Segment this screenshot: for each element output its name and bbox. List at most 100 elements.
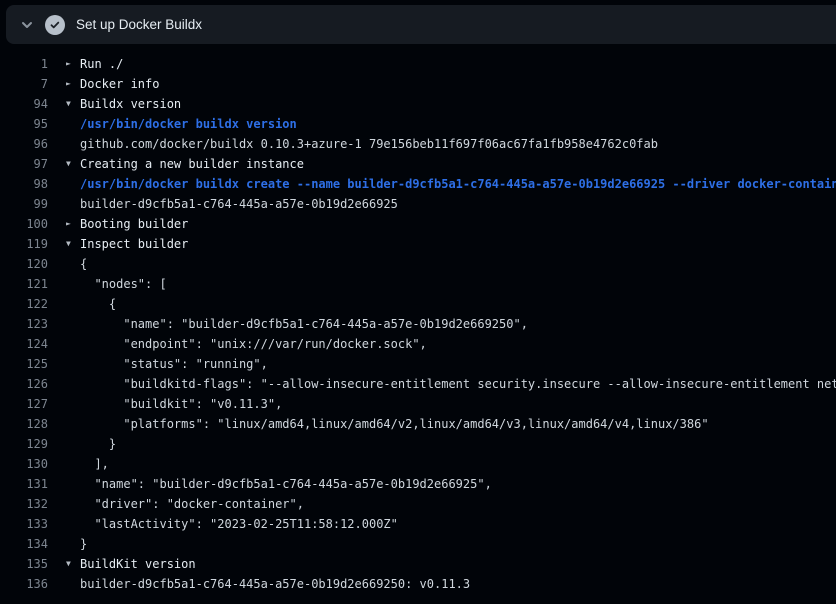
log-line: 123 "name": "builder-d9cfb5a1-c764-445a-… — [0, 314, 836, 334]
arrow-spacer — [48, 494, 80, 514]
step-header[interactable]: Set up Docker Buildx — [6, 5, 836, 44]
log-line: 127 "buildkit": "v0.11.3", — [0, 394, 836, 414]
line-number[interactable]: 128 — [0, 414, 48, 434]
log-line: 120 { — [0, 254, 836, 274]
line-number[interactable]: 133 — [0, 514, 48, 534]
output-text: { — [80, 294, 836, 314]
group-collapsed-icon[interactable]: ► — [48, 214, 80, 234]
line-number[interactable]: 124 — [0, 334, 48, 354]
group-title: Run ./ — [80, 54, 836, 74]
line-number[interactable]: 125 — [0, 354, 48, 374]
line-number[interactable]: 127 — [0, 394, 48, 414]
line-number[interactable]: 1 — [0, 54, 48, 74]
output-text: "lastActivity": "2023-02-25T11:58:12.000… — [80, 514, 836, 534]
group-expanded-icon[interactable]: ▼ — [48, 154, 80, 174]
arrow-spacer — [48, 414, 80, 434]
line-number[interactable]: 120 — [0, 254, 48, 274]
log-line: 133 "lastActivity": "2023-02-25T11:58:12… — [0, 514, 836, 534]
log-line: 124 "endpoint": "unix:///var/run/docker.… — [0, 334, 836, 354]
line-number[interactable]: 95 — [0, 114, 48, 134]
line-number[interactable]: 97 — [0, 154, 48, 174]
output-text: "buildkit": "v0.11.3", — [80, 394, 836, 414]
line-number[interactable]: 96 — [0, 134, 48, 154]
arrow-spacer — [48, 194, 80, 214]
line-number[interactable]: 100 — [0, 214, 48, 234]
log-line: 98/usr/bin/docker buildx create --name b… — [0, 174, 836, 194]
log-group-row[interactable]: 100►Booting builder — [0, 214, 836, 234]
group-expanded-icon[interactable]: ▼ — [48, 554, 80, 574]
line-number[interactable]: 132 — [0, 494, 48, 514]
line-number[interactable]: 99 — [0, 194, 48, 214]
output-text: "platforms": "linux/amd64,linux/amd64/v2… — [80, 414, 836, 434]
line-number[interactable]: 130 — [0, 454, 48, 474]
output-text: github.com/docker/buildx 0.10.3+azure-1 … — [80, 134, 836, 154]
check-circle-icon — [45, 15, 65, 35]
output-text: { — [80, 254, 836, 274]
output-text: } — [80, 434, 836, 454]
group-title: Creating a new builder instance — [80, 154, 836, 174]
log-line: 126 "buildkitd-flags": "--allow-insecure… — [0, 374, 836, 394]
line-number[interactable]: 94 — [0, 94, 48, 114]
output-text: builder-d9cfb5a1-c764-445a-a57e-0b19d2e6… — [80, 574, 836, 594]
arrow-spacer — [48, 534, 80, 554]
group-title: Docker info — [80, 74, 836, 94]
line-number[interactable]: 123 — [0, 314, 48, 334]
output-text: ], — [80, 454, 836, 474]
group-title: BuildKit version — [80, 554, 836, 574]
line-number[interactable]: 98 — [0, 174, 48, 194]
output-text: "buildkitd-flags": "--allow-insecure-ent… — [80, 374, 836, 394]
log-group-row[interactable]: 1►Run ./ — [0, 54, 836, 74]
arrow-spacer — [48, 454, 80, 474]
output-text: "name": "builder-d9cfb5a1-c764-445a-a57e… — [80, 474, 836, 494]
arrow-spacer — [48, 514, 80, 534]
line-number[interactable]: 119 — [0, 234, 48, 254]
output-text: "name": "builder-d9cfb5a1-c764-445a-a57e… — [80, 314, 836, 334]
chevron-down-icon[interactable] — [19, 17, 35, 33]
command-text: /usr/bin/docker buildx create --name bui… — [80, 174, 836, 194]
log-line: 136 builder-d9cfb5a1-c764-445a-a57e-0b19d… — [0, 574, 836, 594]
arrow-spacer — [48, 274, 80, 294]
line-number[interactable]: 126 — [0, 374, 48, 394]
group-title: Booting builder — [80, 214, 836, 234]
arrow-spacer — [48, 294, 80, 314]
arrow-spacer — [48, 354, 80, 374]
line-number[interactable]: 122 — [0, 294, 48, 314]
group-expanded-icon[interactable]: ▼ — [48, 94, 80, 114]
arrow-spacer — [48, 314, 80, 334]
group-collapsed-icon[interactable]: ► — [48, 74, 80, 94]
output-text: } — [80, 534, 836, 554]
output-text: "nodes": [ — [80, 274, 836, 294]
log-line: 96 github.com/docker/buildx 0.10.3+azure-… — [0, 134, 836, 154]
arrow-spacer — [48, 474, 80, 494]
log-group-row[interactable]: 135▼BuildKit version — [0, 554, 836, 574]
log-line: 99 builder-d9cfb5a1-c764-445a-a57e-0b19d2… — [0, 194, 836, 214]
log-line: 125 "status": "running", — [0, 354, 836, 374]
output-text: builder-d9cfb5a1-c764-445a-a57e-0b19d2e6… — [80, 194, 836, 214]
log-group-row[interactable]: 94▼Buildx version — [0, 94, 836, 114]
log-line: 131 "name": "builder-d9cfb5a1-c764-445a-… — [0, 474, 836, 494]
log-line: 132 "driver": "docker-container", — [0, 494, 836, 514]
log-group-row[interactable]: 97▼Creating a new builder instance — [0, 154, 836, 174]
log-line: 130 ], — [0, 454, 836, 474]
arrow-spacer — [48, 574, 80, 594]
group-collapsed-icon[interactable]: ► — [48, 54, 80, 74]
line-number[interactable]: 134 — [0, 534, 48, 554]
arrow-spacer — [48, 134, 80, 154]
arrow-spacer — [48, 374, 80, 394]
line-number[interactable]: 121 — [0, 274, 48, 294]
arrow-spacer — [48, 254, 80, 274]
group-title: Inspect builder — [80, 234, 836, 254]
line-number[interactable]: 135 — [0, 554, 48, 574]
line-number[interactable]: 129 — [0, 434, 48, 454]
line-number[interactable]: 136 — [0, 574, 48, 594]
log-group-row[interactable]: 119▼Inspect builder — [0, 234, 836, 254]
line-number[interactable]: 7 — [0, 74, 48, 94]
command-text: /usr/bin/docker buildx version — [80, 114, 836, 134]
output-text: "endpoint": "unix:///var/run/docker.sock… — [80, 334, 836, 354]
output-text: "status": "running", — [80, 354, 836, 374]
log-group-row[interactable]: 7►Docker info — [0, 74, 836, 94]
arrow-spacer — [48, 434, 80, 454]
line-number[interactable]: 131 — [0, 474, 48, 494]
log-line: 134} — [0, 534, 836, 554]
group-expanded-icon[interactable]: ▼ — [48, 234, 80, 254]
